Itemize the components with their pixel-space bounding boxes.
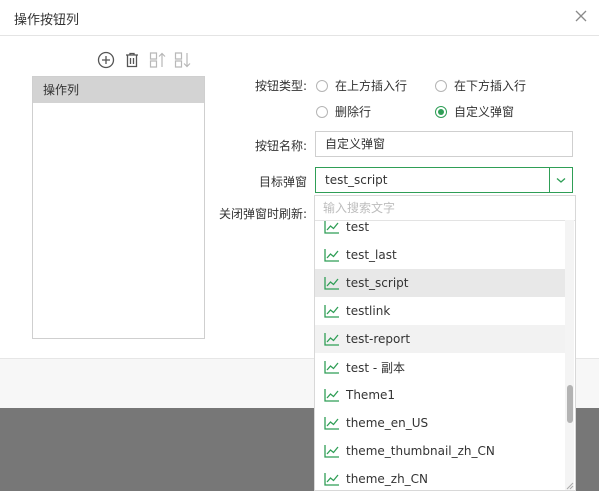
target-popup-label: 目标弹窗 <box>258 175 307 189</box>
button-name-input[interactable]: 自定义弹窗 <box>315 131 573 157</box>
dropdown-item-label: testlink <box>346 304 391 318</box>
chevron-down-icon[interactable] <box>549 168 572 192</box>
target-popup-dropdown: test test_last test_script testlink test… <box>314 195 576 491</box>
dropdown-search-input[interactable] <box>315 196 575 220</box>
dialog-header: 操作按钮列 <box>0 0 599 36</box>
refresh-on-close-label: 关闭弹窗时刷新: <box>218 207 307 221</box>
radio-label: 在下方插入行 <box>454 79 527 93</box>
radio-insert-below[interactable]: 在下方插入行 <box>435 77 526 94</box>
dropdown-item[interactable]: test_last <box>315 241 565 269</box>
chart-icon <box>324 305 339 318</box>
dropdown-search <box>315 196 575 221</box>
radio-label: 删除行 <box>335 105 372 119</box>
dropdown-item-label: test_last <box>346 248 397 262</box>
dropdown-item-hovered[interactable]: test-report <box>315 325 565 353</box>
radio-circle <box>435 79 447 92</box>
dropdown-item[interactable]: theme_zh_CN <box>315 465 565 490</box>
radio-delete-row[interactable]: 删除行 <box>316 103 371 120</box>
column-list: 操作列 <box>32 76 205 339</box>
radio-label: 在上方插入行 <box>335 79 408 93</box>
chart-icon <box>324 417 339 430</box>
dropdown-item-label: test - 副本 <box>346 360 406 375</box>
resize-handle-icon[interactable] <box>564 479 574 490</box>
dropdown-list: test test_last test_script testlink test… <box>315 213 565 490</box>
dropdown-item-label: theme_thumbnail_zh_CN <box>346 444 495 458</box>
chart-icon <box>324 333 339 346</box>
column-list-item[interactable]: 操作列 <box>33 77 204 103</box>
dropdown-item-label: theme_en_US <box>346 416 429 430</box>
dropdown-scrollbar[interactable] <box>565 220 574 490</box>
radio-custom-popup[interactable]: 自定义弹窗 <box>435 103 514 120</box>
chart-icon <box>324 389 339 402</box>
chart-icon <box>324 361 339 374</box>
dropdown-item[interactable]: theme_thumbnail_zh_CN <box>315 437 565 465</box>
move-up-icon[interactable] <box>148 50 168 70</box>
dropdown-item-label: test-report <box>346 332 411 346</box>
dropdown-item-label: Theme1 <box>346 388 396 402</box>
dropdown-item-label: theme_zh_CN <box>346 472 429 486</box>
radio-insert-above[interactable]: 在上方插入行 <box>316 77 407 94</box>
radio-circle-checked <box>435 105 447 118</box>
dropdown-item-selected[interactable]: test_script <box>315 269 565 297</box>
dropdown-item[interactable]: Theme1 <box>315 381 565 409</box>
chart-icon <box>324 445 339 458</box>
radio-label: 自定义弹窗 <box>454 105 515 119</box>
close-icon[interactable] <box>572 7 590 25</box>
dropdown-item[interactable]: testlink <box>315 297 565 325</box>
chart-icon <box>324 221 339 234</box>
dialog-title: 操作按钮列 <box>14 13 80 28</box>
dropdown-item-label: test_script <box>346 276 409 290</box>
target-popup-value: test_script <box>325 173 388 187</box>
scrollbar-thumb[interactable] <box>567 385 573 423</box>
chart-icon <box>324 473 339 486</box>
chart-icon <box>324 277 339 290</box>
delete-icon[interactable] <box>122 50 142 70</box>
target-popup-select[interactable]: test_script <box>315 167 573 193</box>
move-down-icon[interactable] <box>173 50 193 70</box>
chart-icon <box>324 249 339 262</box>
add-icon[interactable] <box>96 50 116 70</box>
button-type-label: 按钮类型: <box>254 79 307 93</box>
radio-circle <box>316 79 328 92</box>
radio-circle <box>316 105 328 118</box>
dropdown-item-label: test <box>346 220 370 234</box>
dropdown-item[interactable]: theme_en_US <box>315 409 565 437</box>
dropdown-item[interactable]: test - 副本 <box>315 353 565 381</box>
button-name-label: 按钮名称: <box>254 139 307 153</box>
